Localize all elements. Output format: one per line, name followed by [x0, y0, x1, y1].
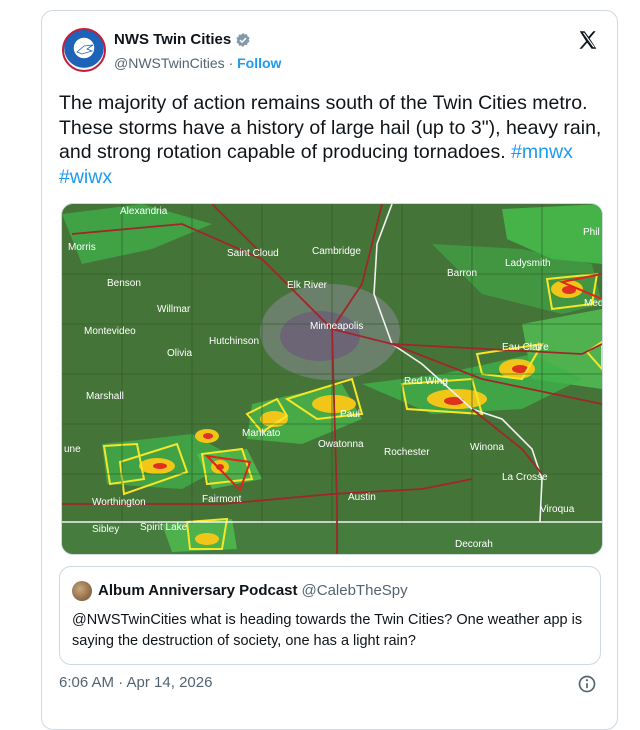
- verified-badge-icon: [236, 32, 250, 47]
- map-label-spirit-lake: Spirit Lake: [140, 522, 188, 533]
- map-label-la-crosse: La Crosse: [502, 472, 548, 483]
- map-label-willmar: Willmar: [157, 304, 191, 315]
- map-label-med: Med: [584, 298, 602, 309]
- tweet-text: The majority of action remains south of …: [59, 91, 604, 189]
- hashtag-wiwx[interactable]: #wiwx: [59, 166, 112, 188]
- quote-author-handle[interactable]: @CalebTheSpy: [302, 582, 408, 599]
- map-label-barron: Barron: [447, 268, 477, 279]
- author-handle[interactable]: @NWSTwinCities: [114, 55, 225, 71]
- map-label-cambridge: Cambridge: [312, 246, 361, 257]
- map-label-une: une: [64, 444, 81, 455]
- quote-avatar[interactable]: [72, 581, 92, 601]
- quote-author-name[interactable]: Album Anniversary Podcast: [98, 582, 298, 599]
- map-label-eau-claire: Eau Claire: [502, 342, 549, 353]
- tweet-timestamp[interactable]: 6:06 AM · Apr 14, 2026: [59, 674, 212, 691]
- map-label-austin: Austin: [348, 492, 376, 503]
- map-label-ladysmith: Ladysmith: [505, 258, 551, 269]
- map-label-rochester: Rochester: [384, 447, 430, 458]
- radar-map: Alexandria Morris Saint Cloud Cambridge …: [62, 204, 602, 554]
- author-avatar[interactable]: [62, 28, 106, 72]
- info-icon[interactable]: [577, 674, 597, 694]
- map-label-marshall: Marshall: [86, 391, 124, 402]
- quote-text: @NWSTwinCities what is heading towards t…: [72, 612, 583, 649]
- follow-button[interactable]: Follow: [237, 55, 281, 71]
- map-label-fairmont: Fairmont: [202, 494, 242, 505]
- x-logo-icon[interactable]: [577, 29, 599, 51]
- map-label-hutchinson: Hutchinson: [209, 336, 259, 347]
- author-name[interactable]: NWS Twin Cities: [114, 31, 251, 48]
- tweet-card: NWS Twin Cities @NWSTwinCities · Follow …: [41, 10, 618, 730]
- map-label-phil: Phil: [583, 227, 600, 238]
- nws-logo-icon: [76, 44, 94, 55]
- map-label-olivia: Olivia: [167, 348, 192, 359]
- map-label-saint-cloud: Saint Cloud: [227, 248, 279, 259]
- quoted-tweet[interactable]: Album Anniversary Podcast @CalebTheSpy @N…: [59, 566, 601, 665]
- author-handle-row: @NWSTwinCities · Follow: [114, 55, 281, 71]
- map-label-owatonna: Owatonna: [318, 439, 364, 450]
- map-label-minneapolis: Minneapolis: [310, 321, 363, 332]
- separator-dot: ·: [228, 55, 234, 71]
- map-label-alexandria: Alexandria: [120, 206, 168, 217]
- radar-map-image[interactable]: Alexandria Morris Saint Cloud Cambridge …: [61, 203, 603, 555]
- map-label-elk-river: Elk River: [287, 280, 328, 291]
- map-label-paul: Paul: [340, 409, 360, 420]
- quote-author[interactable]: Album Anniversary Podcast @CalebTheSpy: [98, 582, 408, 599]
- map-label-mankato: Mankato: [242, 428, 281, 439]
- map-label-benson: Benson: [107, 278, 141, 289]
- author-name-text[interactable]: NWS Twin Cities: [114, 31, 231, 48]
- map-label-decorah: Decorah: [455, 539, 493, 550]
- map-label-viroqua: Viroqua: [540, 504, 575, 515]
- map-label-worthington: Worthington: [92, 497, 146, 508]
- hashtag-mnwx[interactable]: #mnwx: [511, 141, 573, 163]
- map-label-winona: Winona: [470, 442, 504, 453]
- map-label-montevideo: Montevideo: [84, 326, 136, 337]
- map-label-red-wing: Red Wing: [404, 376, 448, 387]
- map-label-morris: Morris: [68, 242, 96, 253]
- map-label-sibley: Sibley: [92, 524, 119, 535]
